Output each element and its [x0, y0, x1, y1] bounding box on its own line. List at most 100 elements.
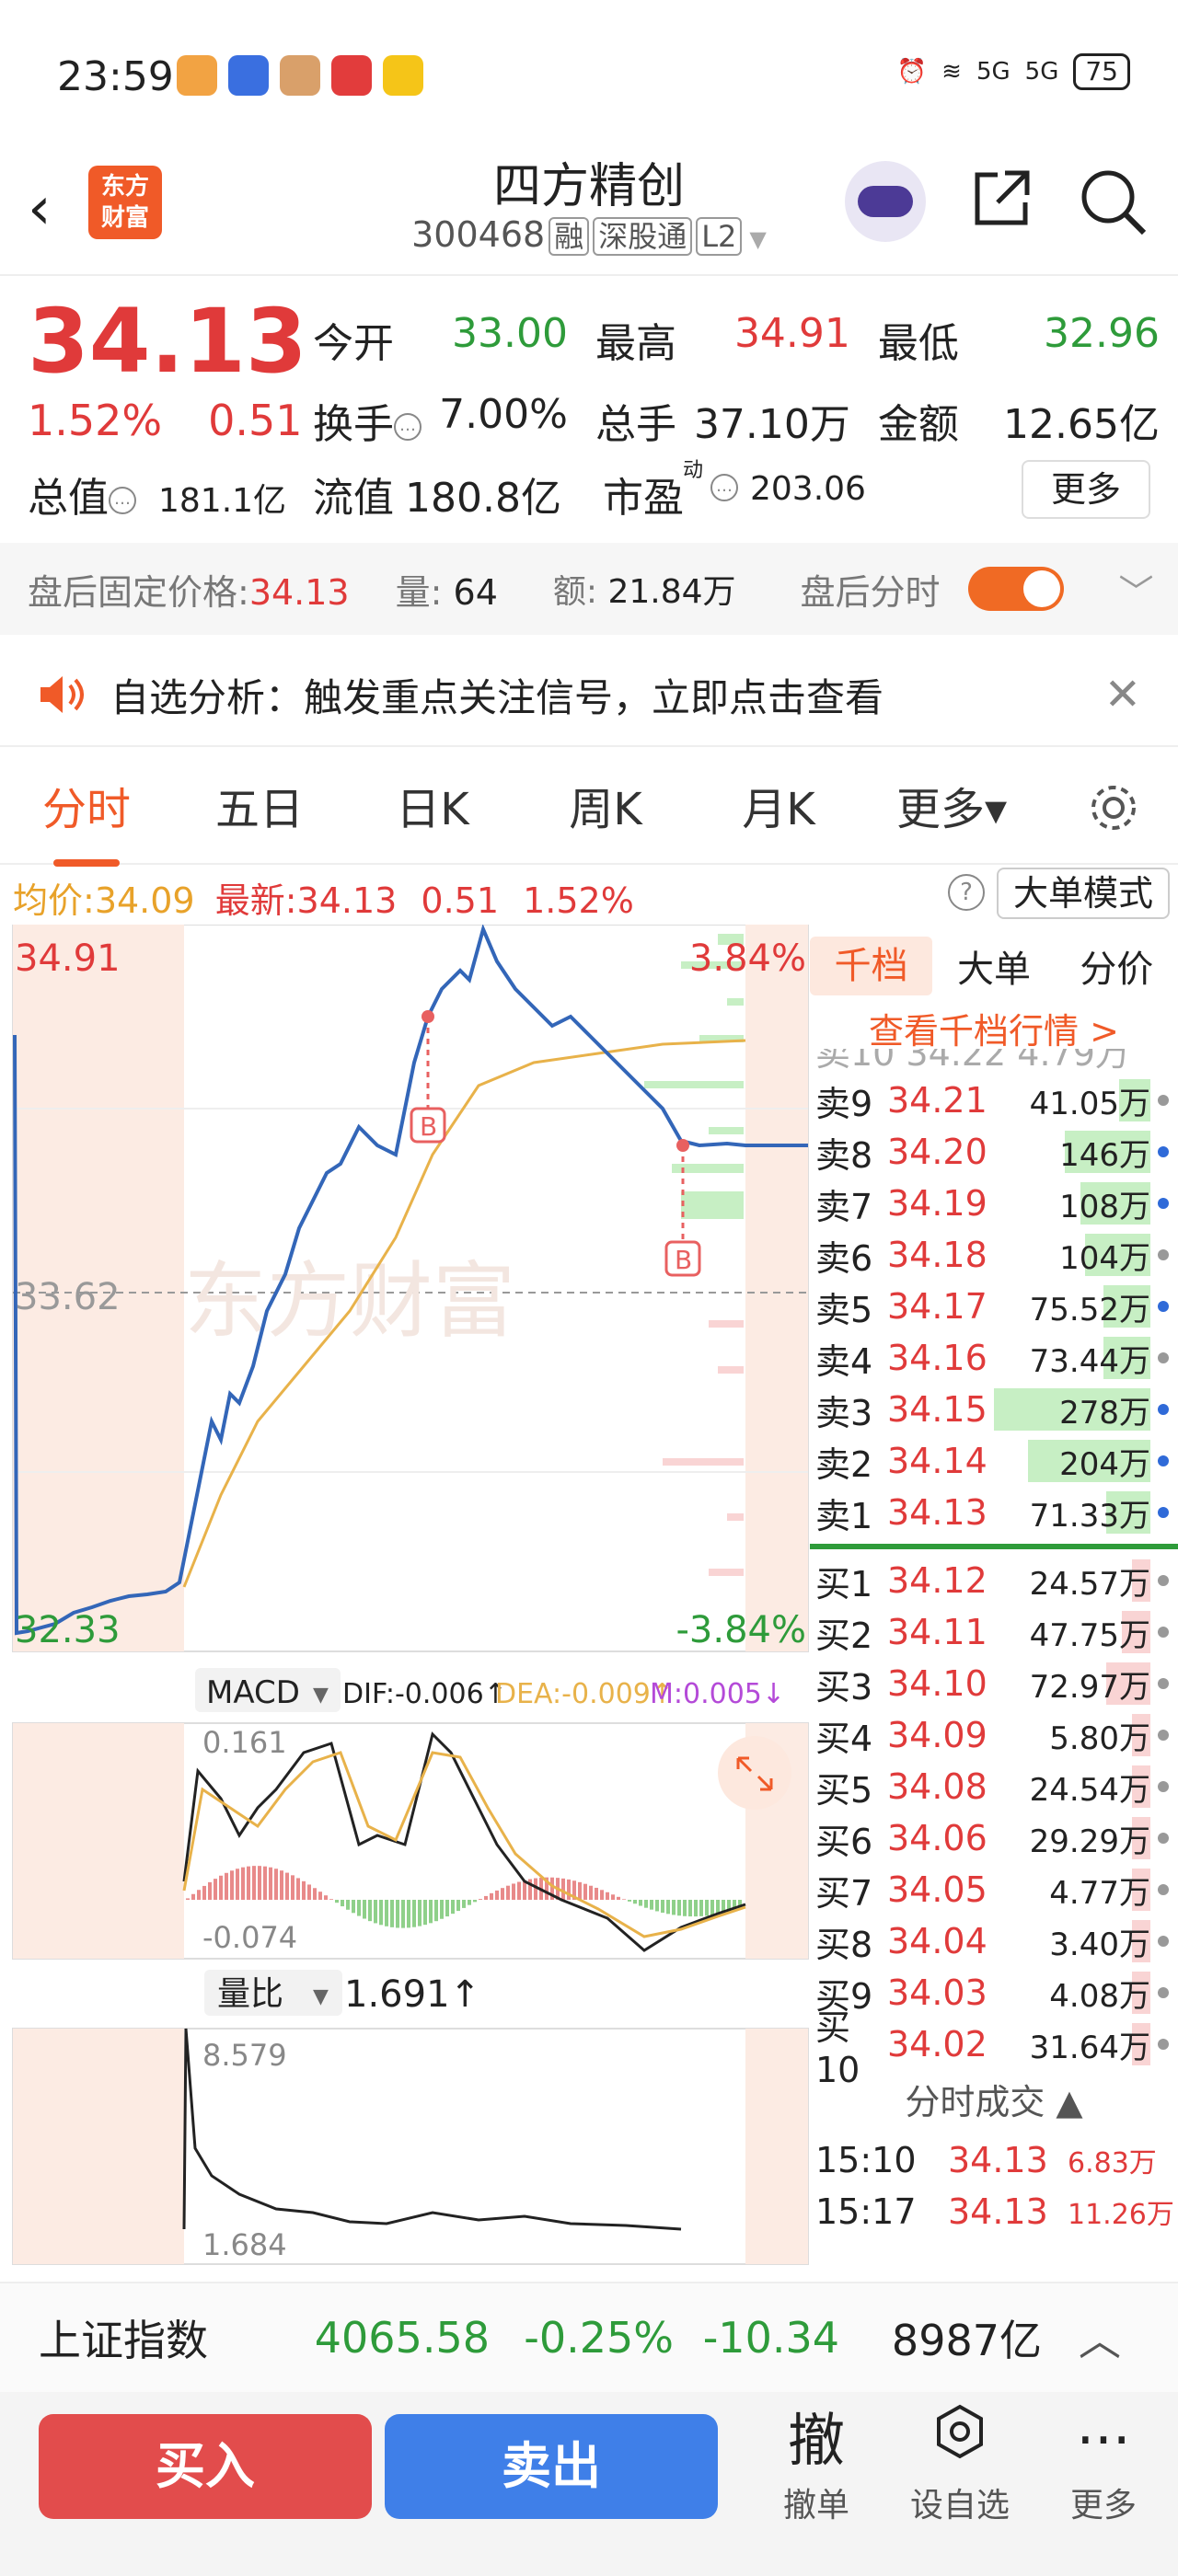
turnover-value: 7.00% — [439, 391, 568, 438]
high-label: 最高 — [595, 320, 676, 367]
more-quote-button[interactable]: 更多 — [1022, 460, 1150, 519]
chevron-up-icon[interactable]: ︿ — [1079, 2307, 1121, 2368]
share-icon[interactable] — [970, 166, 1034, 230]
level-volume: 5.80万 — [1049, 1719, 1150, 1757]
trade-row: 15:17 34.13 11.26万 — [810, 2186, 1178, 2237]
level-name: 买8 — [815, 1924, 873, 1965]
pe-label: 市盈 — [603, 475, 684, 522]
sell-button[interactable]: 卖出 — [385, 2414, 718, 2519]
level-price: 34.12 — [887, 1560, 987, 1601]
macd-m: M:0.005↓ — [650, 1678, 785, 1710]
level2-tag: L2 — [696, 217, 743, 256]
order-dot-icon — [1158, 1404, 1169, 1415]
cancel-order-button[interactable]: 撤 撤单 — [747, 2403, 885, 2526]
sell-level-row[interactable]: 卖6 34.18 104万 — [810, 1229, 1178, 1281]
more-button[interactable]: ··· 更多 — [1034, 2403, 1172, 2526]
ai-assistant-icon[interactable] — [845, 161, 926, 242]
trade-price: 34.13 — [948, 2140, 1048, 2180]
level-volume: 204万 — [1059, 1445, 1150, 1483]
intraday-chart[interactable]: 东方财富 B B 34.91 33.62 32.33 3.84% -3.84% … — [0, 925, 810, 2286]
trade-ticks: 分时成交 ▲ 15:10 34.13 6.83万 15:17 34.13 11.26万 — [810, 2070, 1178, 2237]
order-dot-icon — [1158, 1146, 1169, 1157]
level-price: 34.04 — [887, 1921, 987, 1961]
info-icon[interactable]: … — [710, 474, 738, 501]
y-axis-mid: 33.62 — [15, 1276, 121, 1318]
level-name: 卖3 — [815, 1392, 873, 1433]
tab-thousand-levels[interactable]: 千档 — [810, 937, 933, 995]
buy-level-row[interactable]: 买1 34.12 24.57万 — [810, 1555, 1178, 1606]
notification-icons — [177, 55, 423, 96]
chevron-down-icon[interactable]: ﹀ — [1119, 564, 1154, 615]
more-label: 更多 — [1069, 2487, 1137, 2524]
level-volume: 75.52万 — [1029, 1291, 1150, 1328]
buy-level-row[interactable]: 买7 34.05 4.77万 — [810, 1864, 1178, 1915]
buy-level-row[interactable]: 买8 34.04 3.40万 — [810, 1915, 1178, 1967]
tab-monthly-k[interactable]: 月K — [692, 773, 865, 837]
index-amount: 8987亿 — [891, 2316, 1042, 2365]
after-vol-label: 量: — [395, 571, 443, 613]
sell-level-row[interactable]: 卖2 34.14 204万 — [810, 1435, 1178, 1487]
sell-level-row[interactable]: 卖3 34.15 278万 — [810, 1384, 1178, 1435]
info-icon[interactable]: … — [109, 487, 136, 514]
add-favorite-button[interactable]: 设自选 — [891, 2403, 1029, 2526]
chevron-down-icon: ▼ — [313, 1684, 329, 1707]
level-price: 34.14 — [887, 1441, 987, 1481]
signal-icon: 5G — [976, 58, 1011, 86]
close-icon[interactable]: ✕ — [1104, 669, 1141, 720]
level-price: 34.19 — [887, 1183, 987, 1224]
index-name: 上证指数 — [39, 2316, 208, 2365]
amount-value: 12.65亿 — [1003, 401, 1161, 448]
last-change: 0.51 — [421, 880, 500, 921]
turnover-label: 换手 — [313, 401, 394, 448]
volume-value: 37.10万 — [693, 401, 850, 448]
tab-five-day[interactable]: 五日 — [173, 773, 346, 837]
level-price: 34.09 — [887, 1715, 987, 1755]
speaker-icon — [40, 676, 84, 713]
after-timeshare-toggle[interactable] — [967, 567, 1064, 611]
big-order-mode-button[interactable]: 大单模式 — [997, 868, 1170, 919]
buy-level-row[interactable]: 买10 34.02 31.64万 — [810, 2007, 1178, 2090]
view-thousand-levels-link[interactable]: 查看千档行情 > — [810, 1003, 1178, 1052]
sell-level-row[interactable]: 卖7 34.19 108万 — [810, 1178, 1178, 1229]
tab-big-orders[interactable]: 大单 — [932, 939, 1055, 993]
macd-label: MACD — [206, 1674, 300, 1711]
order-dot-icon — [1158, 2039, 1169, 2050]
help-icon[interactable]: ? — [948, 874, 985, 911]
info-icon[interactable]: … — [394, 413, 422, 441]
order-dot-icon — [1158, 1352, 1169, 1363]
level-name: 卖5 — [815, 1289, 873, 1330]
buy-level-row[interactable]: 买4 34.09 5.80万 — [810, 1709, 1178, 1761]
bottom-action-bar: 买入 卖出 撤 撤单 设自选 ··· 更多 — [0, 2392, 1178, 2576]
settings-gear-icon[interactable] — [1086, 780, 1141, 835]
sell-level-row[interactable]: 卖4 34.16 73.44万 — [810, 1332, 1178, 1384]
level-volume: 108万 — [1059, 1188, 1150, 1225]
tab-more[interactable]: 更多▾ — [865, 773, 1038, 837]
level-name: 买3 — [815, 1666, 873, 1708]
buy-level-row[interactable]: 买2 34.11 47.75万 — [810, 1606, 1178, 1658]
after-hours-label: 盘后固定价格:34.13 — [28, 571, 350, 613]
search-icon[interactable] — [1077, 166, 1150, 239]
order-dot-icon — [1158, 1198, 1169, 1209]
level-price: 34.17 — [887, 1286, 987, 1327]
buy-level-row[interactable]: 买3 34.10 72.97万 — [810, 1658, 1178, 1709]
buy-level-row[interactable]: 买5 34.08 24.54万 — [810, 1761, 1178, 1812]
notice-banner[interactable]: 自选分析：触发重点关注信号，立即点击查看 ✕ — [0, 644, 1178, 745]
tab-weekly-k[interactable]: 周K — [519, 773, 692, 837]
sell-level-row[interactable]: 卖9 34.21 41.05万 — [810, 1075, 1178, 1126]
index-ticker[interactable]: 上证指数 4065.58 -0.25% -10.34 8987亿 ︿ — [0, 2282, 1178, 2392]
tab-daily-k[interactable]: 日K — [346, 773, 519, 837]
tab-price-distribution[interactable]: 分价 — [1056, 939, 1178, 993]
level-price: 34.08 — [887, 1766, 987, 1807]
b-marker-label: B — [675, 1245, 692, 1275]
expand-icon — [718, 1736, 791, 1810]
sell-level-row[interactable]: 卖5 34.17 75.52万 — [810, 1281, 1178, 1332]
sell-level-row[interactable]: 卖8 34.20 146万 — [810, 1126, 1178, 1178]
buy-button[interactable]: 买入 — [39, 2414, 372, 2519]
trade-volume: 6.83万 — [1068, 2147, 1157, 2179]
trade-volume: 11.26万 — [1068, 2199, 1174, 2231]
sell-level-row[interactable]: 卖1 34.13 71.33万 — [810, 1487, 1178, 1538]
buy-level-row[interactable]: 买6 34.06 29.29万 — [810, 1812, 1178, 1864]
after-timeshare-label: 盘后分时 — [800, 571, 941, 613]
cancel-icon: 撤 — [787, 2407, 845, 2474]
tab-timeshare[interactable]: 分时 — [0, 773, 173, 867]
